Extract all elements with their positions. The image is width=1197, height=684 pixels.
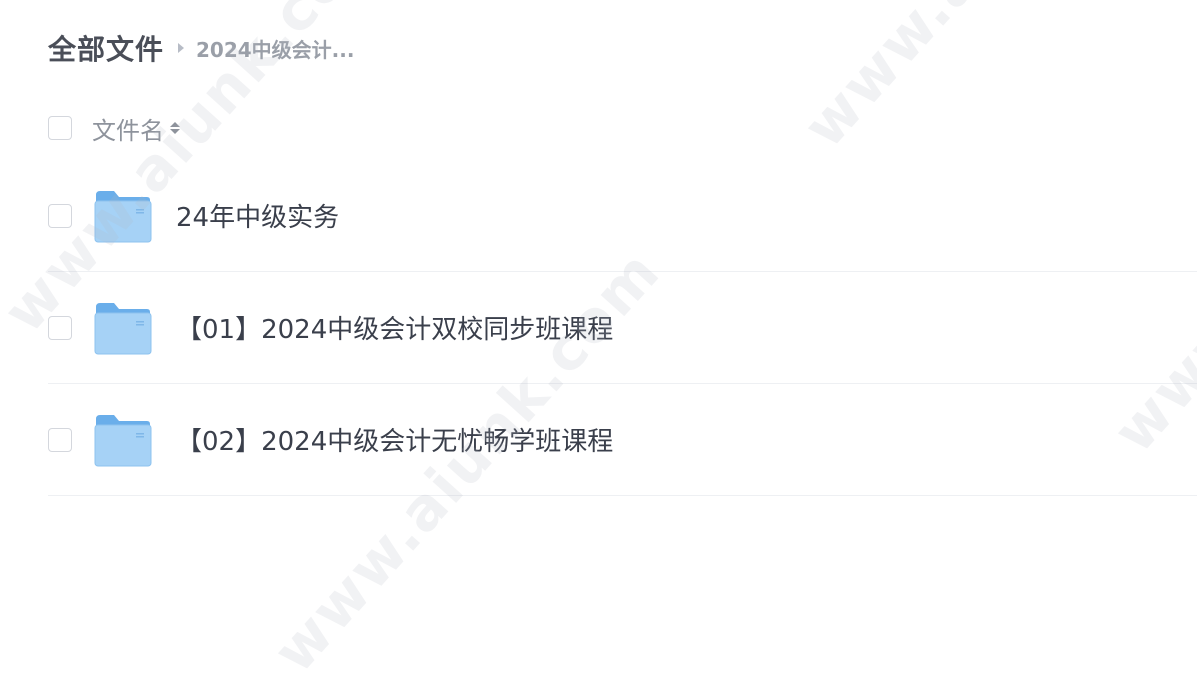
file-name[interactable]: 【02】2024中级会计无忧畅学班课程: [176, 421, 613, 458]
file-name[interactable]: 24年中级实务: [176, 197, 339, 234]
file-row-0[interactable]: 24年中级实务: [48, 160, 1197, 272]
breadcrumb-root[interactable]: 全部文件: [48, 28, 164, 68]
file-checkbox[interactable]: [48, 427, 72, 452]
caret-right-icon: [178, 43, 185, 53]
file-checkbox[interactable]: [48, 203, 72, 228]
breadcrumb-current[interactable]: 2024中级会计...: [196, 34, 354, 63]
folder-icon: [94, 301, 152, 355]
file-row-2[interactable]: 【02】2024中级会计无忧畅学班课程: [48, 384, 1197, 496]
breadcrumb: 全部文件 2024中级会计...: [48, 28, 354, 68]
select-all-checkbox[interactable]: [48, 116, 72, 140]
watermark-text: www.aiunk.com: [790, 0, 1197, 161]
list-header: 文件名: [48, 110, 180, 146]
file-checkbox[interactable]: [48, 315, 72, 340]
filename-column-header[interactable]: 文件名: [92, 111, 164, 146]
folder-icon: [94, 413, 152, 467]
sort-icon[interactable]: [170, 122, 180, 134]
file-row-1[interactable]: 【01】2024中级会计双校同步班课程: [48, 272, 1197, 384]
file-browser-page: 全部文件 2024中级会计... 文件名 24年中级实务 【01】2024中级会…: [0, 0, 1197, 684]
file-list: 24年中级实务 【01】2024中级会计双校同步班课程 【02】2024中级会计…: [48, 160, 1197, 496]
file-name[interactable]: 【01】2024中级会计双校同步班课程: [176, 309, 613, 346]
folder-icon: [94, 189, 152, 243]
